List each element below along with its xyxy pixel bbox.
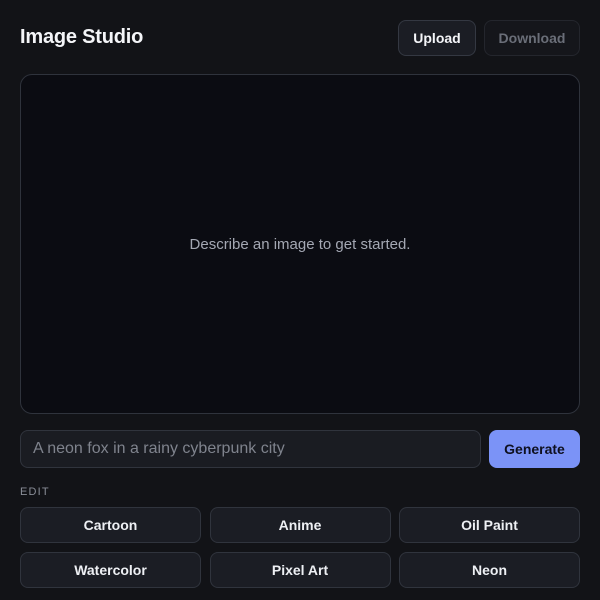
effect-pixel-art-button[interactable]: Pixel Art xyxy=(209,552,391,588)
app-title: Image Studio xyxy=(20,26,144,48)
generate-button[interactable]: Generate xyxy=(489,430,580,468)
effect-oil-paint-button[interactable]: Oil Paint xyxy=(399,507,580,543)
edit-effects-grid: Cartoon Anime Oil Paint Watercolor Pixel… xyxy=(20,507,580,588)
download-button[interactable]: Download xyxy=(484,20,580,56)
effect-cartoon-button[interactable]: Cartoon xyxy=(20,507,201,543)
image-canvas: Describe an image to get started. xyxy=(20,74,580,414)
upload-button[interactable]: Upload xyxy=(398,20,476,56)
canvas-hint: Describe an image to get started. xyxy=(189,235,411,253)
effect-neon-button[interactable]: Neon xyxy=(399,552,580,588)
prompt-input[interactable] xyxy=(20,430,481,468)
image-studio-app: Image Studio Upload Download Describe an… xyxy=(0,0,600,600)
effect-anime-button[interactable]: Anime xyxy=(209,507,391,543)
edit-section-label: EDIT xyxy=(20,486,50,498)
effect-watercolor-button[interactable]: Watercolor xyxy=(20,552,201,588)
